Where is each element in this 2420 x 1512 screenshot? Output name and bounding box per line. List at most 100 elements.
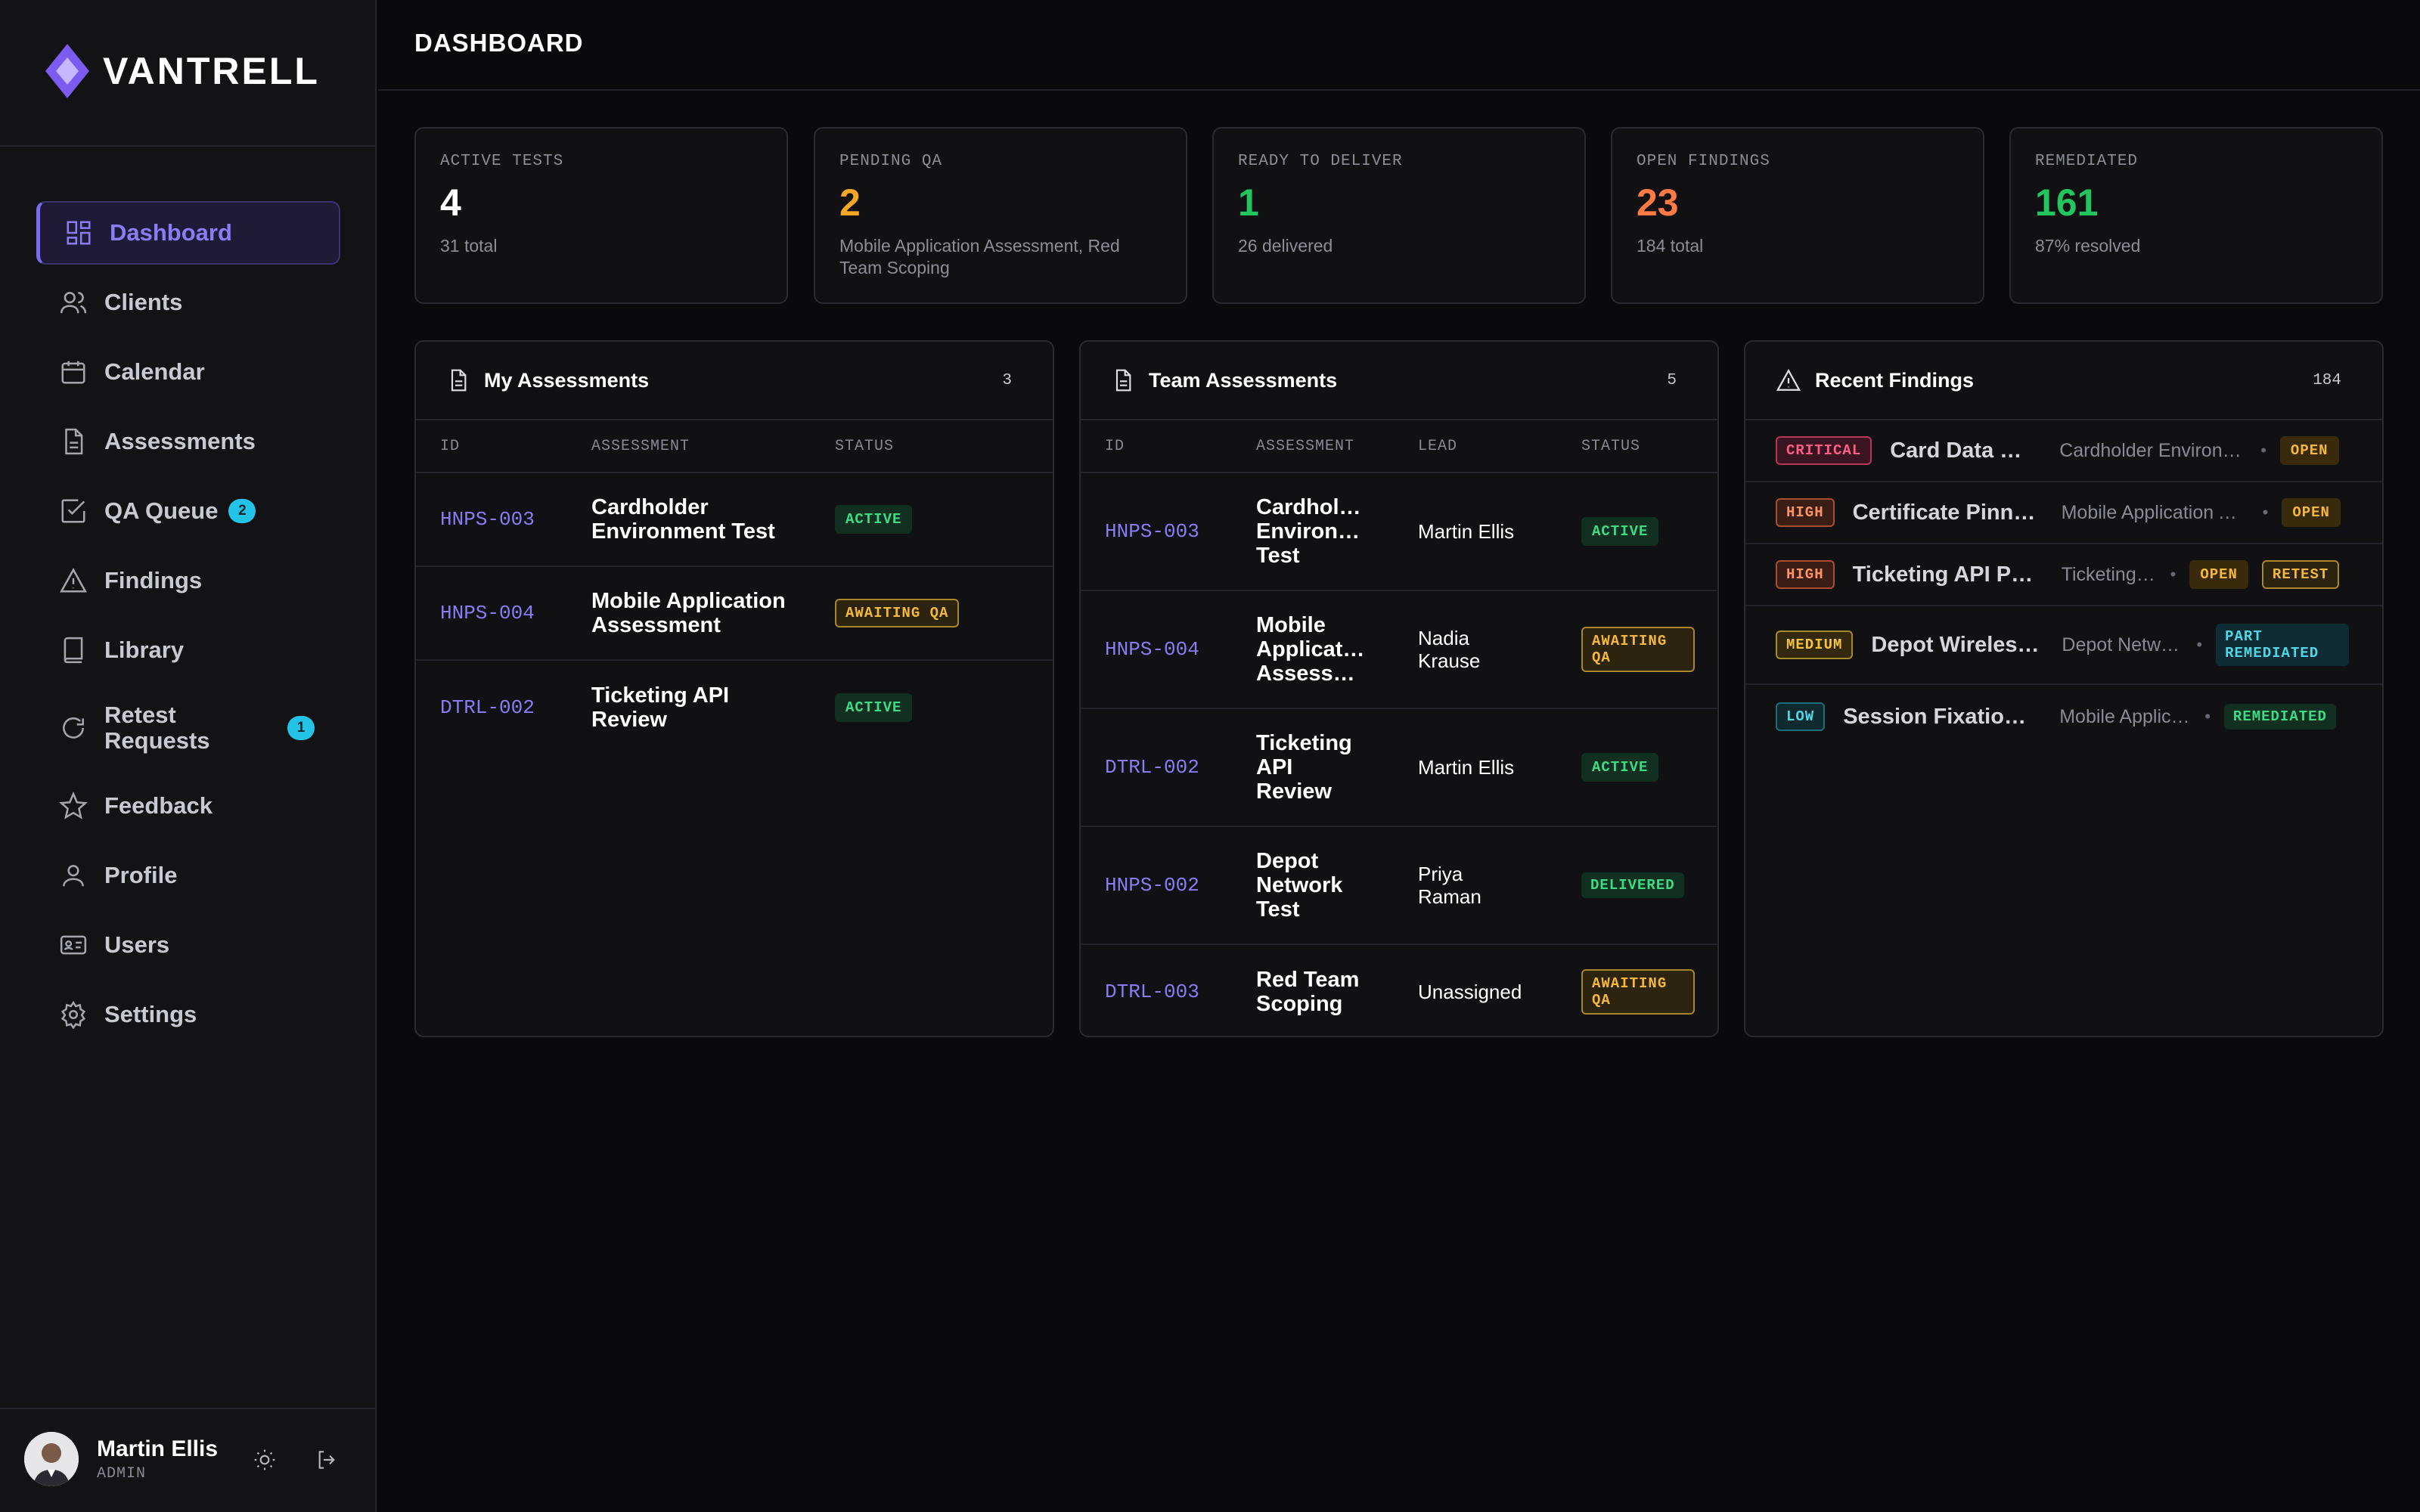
table-row[interactable]: HNPS-002 Depot Network Test Priya Raman …	[1081, 827, 1717, 945]
table-row[interactable]: HNPS-004 Mobile Applicat… Assess… Nadia …	[1081, 591, 1717, 709]
sidebar-item-dashboard[interactable]: Dashboard	[36, 201, 340, 265]
assessment-lead: Priya Raman	[1418, 863, 1481, 908]
finding-row[interactable]: HIGH Ticketing API Pe… Ticketing… • OPEN…	[1745, 544, 2382, 606]
stat-value: 4	[440, 181, 461, 224]
sidebar-item-clients[interactable]: Clients	[36, 271, 340, 334]
sidebar-item-library[interactable]: Library	[36, 618, 340, 682]
table-row[interactable]: DTRL-002 Ticketing API Review ACTIVE	[416, 661, 1053, 754]
diamond-logo-icon	[45, 44, 89, 98]
assessment-id[interactable]: DTRL-002	[440, 696, 535, 719]
finding-status-badge: REMEDIATED	[2223, 704, 2336, 730]
table-row[interactable]: DTRL-003 Red Team Scoping Unassigned AWA…	[1081, 945, 1717, 1036]
calendar-icon	[61, 361, 85, 384]
finding-assessment: Mobile Application A…	[2061, 501, 2249, 523]
finding-row[interactable]: MEDIUM Depot Wireles… Depot Netw… • PART…	[1745, 606, 2382, 685]
user-icon	[63, 865, 84, 887]
users-icon	[60, 292, 87, 314]
assessment-id[interactable]: DTRL-002	[1105, 756, 1199, 779]
assessment-name[interactable]: Cardhol… Environ… Test	[1256, 495, 1370, 568]
table-header: ID ASSESSMENT STATUS	[416, 420, 1053, 473]
column-header: ID	[1105, 437, 1125, 455]
theme-toggle-button[interactable]	[248, 1443, 281, 1476]
stat-card-pending-qa[interactable]: PENDING QA 2 Mobile Application Assessme…	[814, 127, 1187, 304]
assessment-lead: Nadia Krause	[1418, 627, 1481, 672]
divider	[0, 145, 377, 147]
stat-card-open-findings[interactable]: OPEN FINDINGS 23 184 total	[1611, 127, 1984, 304]
assessment-name[interactable]: Ticketing API Review	[591, 683, 803, 732]
finding-title[interactable]: Depot Wireles…	[1871, 633, 2040, 658]
sidebar-nav: Dashboard Clients Calendar Assessments Q…	[36, 201, 340, 1052]
assessment-lead: Martin Ellis	[1418, 520, 1515, 543]
qa-queue-count-badge: 2	[228, 499, 256, 523]
sidebar: VANTRELL Dashboard Clients Calendar Asse…	[0, 0, 377, 1512]
finding-title[interactable]: Certificate Pinni…	[1853, 500, 2040, 525]
assessment-name[interactable]: Ticketing API Review	[1256, 731, 1370, 804]
column-header: LEAD	[1418, 437, 1458, 455]
sidebar-item-feedback[interactable]: Feedback	[36, 774, 340, 838]
assessment-name[interactable]: Cardholder Environment Test	[591, 495, 803, 544]
stat-card-active-tests[interactable]: ACTIVE TESTS 4 31 total	[414, 127, 788, 304]
sidebar-item-calendar[interactable]: Calendar	[36, 340, 340, 404]
dashboard-icon	[67, 221, 91, 245]
divider	[0, 1408, 377, 1409]
sidebar-item-label: Assessments	[104, 428, 256, 454]
sidebar-item-settings[interactable]: Settings	[36, 983, 340, 1046]
user-card[interactable]: Martin Ellis ADMIN	[24, 1432, 218, 1486]
logout-icon	[318, 1451, 335, 1469]
finding-status-badge: PART REMEDIATED	[2216, 624, 2350, 666]
separator-dot: •	[2262, 503, 2269, 522]
assessment-id[interactable]: HNPS-004	[1105, 638, 1199, 661]
panel-count: 3	[1002, 371, 1012, 389]
sidebar-item-label: Clients	[104, 289, 183, 315]
finding-status-badge: OPEN	[2189, 560, 2248, 589]
sidebar-item-label: Settings	[104, 1001, 197, 1027]
assessment-id[interactable]: HNPS-004	[440, 602, 535, 624]
id-card-icon	[60, 935, 87, 955]
separator-dot: •	[2260, 441, 2266, 460]
finding-title[interactable]: Ticketing API Pe…	[1853, 562, 2040, 587]
stat-label: REMEDIATED	[2035, 153, 2139, 170]
table-row[interactable]: HNPS-003 Cardhol… Environ… Test Martin E…	[1081, 473, 1717, 591]
assessment-name[interactable]: Red Team Scoping	[1256, 968, 1370, 1016]
sidebar-item-qa-queue[interactable]: QA Queue 2	[36, 479, 340, 543]
sidebar-item-profile[interactable]: Profile	[36, 844, 340, 907]
table-header: ID ASSESSMENT LEAD STATUS	[1081, 420, 1717, 473]
table-row[interactable]: HNPS-004 Mobile Application Assessment A…	[416, 567, 1053, 661]
logout-button[interactable]	[310, 1443, 343, 1476]
stat-card-remediated[interactable]: REMEDIATED 161 87% resolved	[2009, 127, 2383, 304]
status-badge: ACTIVE	[835, 505, 913, 534]
stat-label: READY TO DELIVER	[1238, 153, 1403, 170]
assessment-name[interactable]: Depot Network Test	[1256, 849, 1370, 922]
finding-row[interactable]: CRITICAL Card Data W… Cardholder Environ…	[1745, 420, 2382, 482]
sidebar-item-retest-requests[interactable]: Retest Requests 1	[36, 688, 340, 768]
assessment-name[interactable]: Mobile Applicat… Assess…	[1256, 613, 1370, 686]
assessment-lead: Unassigned	[1418, 981, 1522, 1003]
document-icon	[451, 369, 467, 392]
assessment-name[interactable]: Mobile Application Assessment	[591, 589, 803, 637]
stat-value: 23	[1637, 181, 1679, 224]
status-badge: AWAITING QA	[1581, 969, 1695, 1015]
stat-card-ready-to-deliver[interactable]: READY TO DELIVER 1 26 delivered	[1212, 127, 1586, 304]
table-row[interactable]: HNPS-003 Cardholder Environment Test ACT…	[416, 473, 1053, 567]
user-name: Martin Ellis	[97, 1436, 219, 1461]
severity-badge: HIGH	[1776, 498, 1835, 527]
sidebar-item-findings[interactable]: Findings	[36, 549, 340, 612]
finding-status-badge: OPEN	[2279, 436, 2339, 465]
sidebar-item-users[interactable]: Users	[36, 913, 340, 977]
assessment-id[interactable]: HNPS-003	[1105, 520, 1199, 543]
sidebar-item-assessments[interactable]: Assessments	[36, 410, 340, 473]
status-badge: AWAITING QA	[1581, 627, 1695, 672]
finding-assessment: Mobile Applic…	[2059, 705, 2190, 727]
panel-title: My Assessments	[484, 368, 650, 392]
finding-row[interactable]: LOW Session Fixation … Mobile Applic… • …	[1745, 685, 2382, 748]
assessment-id[interactable]: DTRL-003	[1105, 981, 1199, 1003]
status-badge: ACTIVE	[1581, 517, 1659, 546]
assessment-id[interactable]: HNPS-003	[440, 508, 535, 531]
brand-logo[interactable]: VANTRELL	[45, 44, 320, 98]
finding-row[interactable]: HIGH Certificate Pinni… Mobile Applicati…	[1745, 482, 2382, 544]
stat-value: 1	[1238, 181, 1259, 224]
assessment-id[interactable]: HNPS-002	[1105, 874, 1199, 897]
table-row[interactable]: DTRL-002 Ticketing API Review Martin Ell…	[1081, 709, 1717, 827]
finding-title[interactable]: Card Data W…	[1890, 438, 2038, 463]
finding-title[interactable]: Session Fixation …	[1843, 705, 2038, 730]
